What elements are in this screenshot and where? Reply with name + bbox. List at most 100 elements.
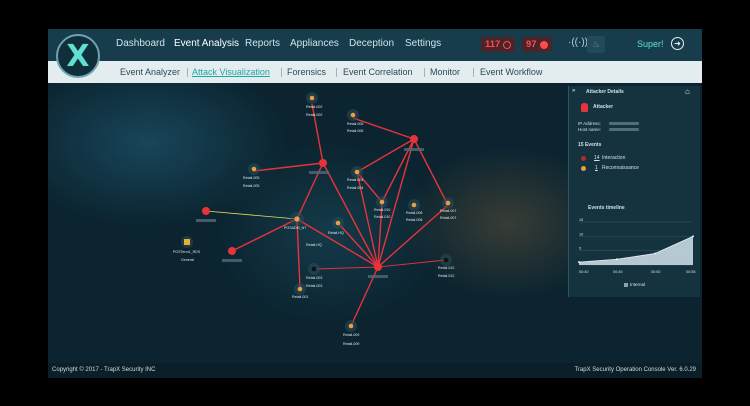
alert-count: 117 xyxy=(485,39,501,50)
attacker-label: Attacker xyxy=(593,104,614,110)
home-icon[interactable]: ⌂ xyxy=(685,87,690,96)
node-label: Retail-010 xyxy=(374,208,390,212)
lateral-link xyxy=(205,210,298,220)
ip-address-value xyxy=(609,122,639,125)
ip-label xyxy=(309,171,329,174)
node-label: Retail-006 xyxy=(347,122,363,126)
ip-label xyxy=(404,148,424,151)
tab-event-analyzer[interactable]: Event Analyzer xyxy=(120,67,180,77)
host-node xyxy=(354,169,360,175)
node-label: Retail-004 xyxy=(347,186,363,190)
logo-letter: X xyxy=(66,38,90,74)
attacker-node xyxy=(202,207,210,215)
sub-navigation-bar: Event Analyzer Attack Visualization Fore… xyxy=(48,61,702,83)
tab-separator xyxy=(336,68,337,77)
tab-separator xyxy=(187,68,188,77)
tab-separator xyxy=(473,68,474,77)
recon-label: Reconnaissance xyxy=(602,165,639,171)
panel-title: Attacker Details xyxy=(586,89,624,95)
timeline-x-ticks: 00:40 00:45 00:50 00:55 xyxy=(579,270,696,274)
tab-monitor[interactable]: Monitor xyxy=(430,67,460,77)
footer: Copyright © 2017 - TrapX Security INC Tr… xyxy=(48,363,702,378)
host-node xyxy=(411,202,417,208)
host-node xyxy=(350,112,356,118)
node-label: Retail-012 xyxy=(438,274,454,278)
attack-link xyxy=(253,162,324,172)
nav-event-analysis[interactable]: Event Analysis xyxy=(174,38,239,49)
host-name-label: Host name: xyxy=(578,127,602,132)
tab-separator xyxy=(424,68,425,77)
bell-icon[interactable]: ♨ xyxy=(587,36,605,53)
node-label: Retail-009 xyxy=(343,342,359,346)
node-label: Retail-002 xyxy=(306,113,322,117)
node-label: Retail-002 xyxy=(306,105,322,109)
alert-ring-icon xyxy=(503,40,512,49)
node-label: Retail-003 xyxy=(306,276,322,280)
nav-settings[interactable]: Settings xyxy=(405,38,441,49)
pos-terminal-label: POSTerm1_RDS xyxy=(173,250,201,254)
node-label: Retail-005 xyxy=(243,184,259,188)
logout-icon[interactable]: ➜ xyxy=(671,37,684,50)
broadcast-icon[interactable]: ·((·)) xyxy=(568,37,588,48)
host-node xyxy=(445,200,451,206)
timeline-point xyxy=(578,261,580,264)
interaction-label: Interaction xyxy=(602,155,626,161)
attack-link xyxy=(231,218,298,252)
y-tick-label: 5 xyxy=(579,247,581,251)
x-tick-label: 00:55 xyxy=(686,270,696,274)
tab-event-correlation[interactable]: Event Correlation xyxy=(343,67,413,77)
node-label: Retail-007 xyxy=(440,216,456,220)
node-label: Retail-004 xyxy=(347,178,363,182)
tab-forensics[interactable]: Forensics xyxy=(287,67,326,77)
node-label: Retail-HQ xyxy=(328,231,344,235)
alert-count-badge[interactable]: 117 xyxy=(481,37,516,52)
posadm-label: POSADM_NT xyxy=(284,226,307,230)
node-label: Retail-008 xyxy=(406,218,422,222)
user-name[interactable]: Super! xyxy=(637,39,664,49)
ip-address-label: IP Address: xyxy=(578,121,601,126)
recon-count[interactable]: 1 xyxy=(595,165,598,171)
nav-appliances[interactable]: Appliances xyxy=(290,38,339,49)
tab-separator xyxy=(281,68,282,77)
legend-swatch xyxy=(624,283,628,287)
node-label: Retail-005 xyxy=(243,176,259,180)
interaction-count[interactable]: 14 xyxy=(594,155,600,161)
trapx-logo[interactable]: X xyxy=(56,34,100,78)
x-tick-label: 00:40 xyxy=(579,270,589,274)
nav-reports[interactable]: Reports xyxy=(245,38,280,49)
ip-label xyxy=(196,219,216,222)
events-count: 15 Events xyxy=(578,142,602,148)
collapse-panel-icon[interactable]: » xyxy=(572,88,575,94)
attack-link-thin xyxy=(313,266,379,270)
events-timeline-chart: 151050 00:4000:4500:5000:55 xyxy=(578,218,696,274)
timeline-y-ticks: 151050 xyxy=(579,218,583,265)
incident-count-badge[interactable]: 97 xyxy=(522,37,552,52)
tab-attack-visualization[interactable]: Attack Visualization xyxy=(192,67,270,77)
nav-dashboard[interactable]: Dashboard xyxy=(116,38,165,49)
timeline-point xyxy=(654,252,656,255)
attacker-details-panel: » Attacker Details ⌂ Attacker IP Address… xyxy=(568,86,700,297)
host-node xyxy=(309,95,315,101)
node-label: Retail-006 xyxy=(347,129,363,133)
nav-deception[interactable]: Deception xyxy=(349,38,394,49)
ip-label xyxy=(368,275,388,278)
host-node xyxy=(311,266,317,272)
host-node xyxy=(294,216,300,222)
host-node xyxy=(443,257,449,263)
copyright-text: Copyright © 2017 - TrapX Security INC xyxy=(52,367,156,373)
tab-event-workflow[interactable]: Event Workflow xyxy=(480,67,542,77)
version-text: TrapX Security Operation Console Ver. 6.… xyxy=(574,367,696,373)
incident-dot-icon xyxy=(539,40,548,49)
ip-label xyxy=(222,259,242,262)
reconnaissance-dot-icon xyxy=(581,166,586,171)
posadm-sub-label: Retail-HQ xyxy=(306,243,322,247)
host-node xyxy=(348,323,354,329)
host-node xyxy=(251,166,257,172)
x-tick-label: 00:45 xyxy=(613,270,623,274)
attacker-node xyxy=(410,135,418,143)
host-name-value xyxy=(609,128,639,131)
legend-label: Internal xyxy=(630,282,646,287)
attacker-icon xyxy=(581,103,588,112)
host-node xyxy=(379,199,385,205)
node-label: Retail-001 xyxy=(292,295,308,299)
